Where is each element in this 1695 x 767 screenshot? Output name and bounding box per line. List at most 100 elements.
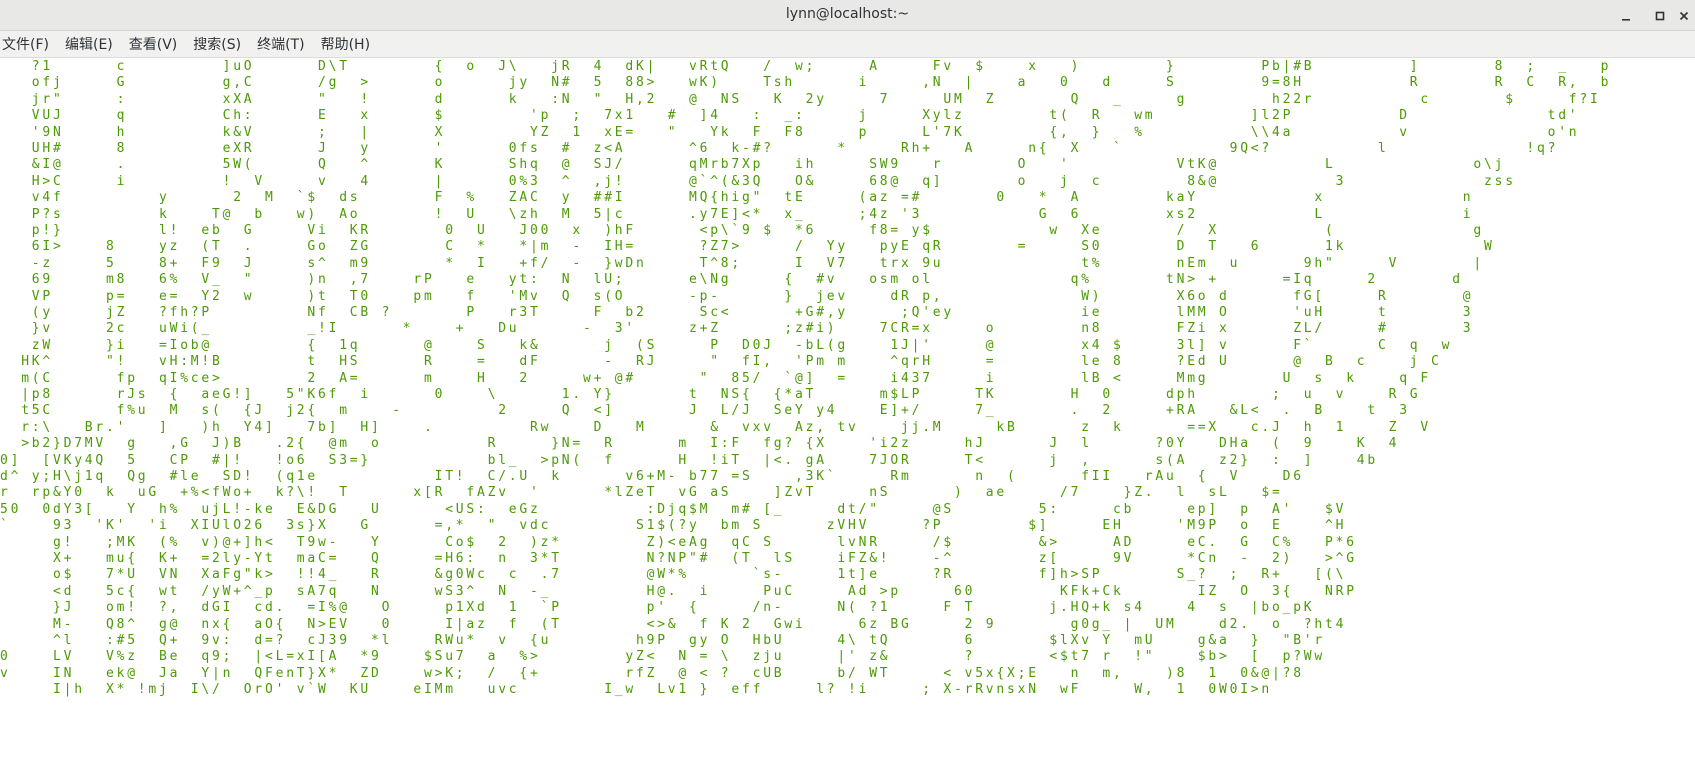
terminal-char: e bbox=[275, 665, 284, 681]
terminal-char: m bbox=[816, 354, 825, 370]
terminal-area[interactable]: ? 1 c] u O D \ T{o J \ j R 4 d K | v Rt Q / w; A Fv $ x)} Pb | # B] 8… bbox=[0, 59, 1695, 767]
terminal-char: \ bbox=[1484, 157, 1492, 173]
terminal-char: r bbox=[1102, 649, 1111, 665]
terminal-char: , bbox=[816, 419, 825, 435]
terminal-char: C bbox=[318, 551, 326, 566]
terminal-char: v bbox=[943, 59, 952, 74]
terminal-char: = bbox=[328, 551, 337, 566]
terminal-char: 8 bbox=[625, 75, 634, 91]
window-titlebar[interactable]: lynn@localhost:~ bbox=[0, 0, 1695, 31]
terminal-char: r bbox=[413, 272, 422, 288]
terminal-char: = bbox=[1187, 419, 1196, 435]
terminal-char: F bbox=[1420, 370, 1429, 386]
maximize-button[interactable] bbox=[1650, 6, 1670, 26]
terminal-char: z bbox=[805, 419, 814, 435]
terminal-char: 8 bbox=[106, 239, 114, 255]
terminal-char: : bbox=[222, 633, 231, 648]
terminal-char: c bbox=[116, 59, 125, 74]
terminal-char: y bbox=[890, 239, 899, 255]
terminal-char: k bbox=[106, 485, 114, 501]
terminal-char: R bbox=[901, 452, 909, 468]
close-button[interactable] bbox=[1674, 6, 1694, 26]
terminal-char: m bbox=[445, 682, 454, 698]
terminal-char: u bbox=[159, 321, 167, 337]
terminal-char: Z bbox=[1208, 583, 1217, 599]
terminal-char: e bbox=[1187, 501, 1196, 517]
terminal-char: l bbox=[1081, 436, 1090, 452]
terminal-char: q bbox=[1537, 141, 1545, 156]
terminal-char: q bbox=[116, 108, 125, 124]
terminal-char: e bbox=[413, 682, 422, 698]
terminal-char: w bbox=[424, 665, 432, 681]
terminal-char: w bbox=[583, 370, 591, 386]
terminal-char: e bbox=[731, 682, 740, 698]
terminal-char: 9 bbox=[646, 633, 655, 648]
terminal-char: ' bbox=[922, 337, 931, 353]
terminal-char: M bbox=[84, 436, 93, 452]
terminal-char: = bbox=[159, 337, 167, 353]
terminal-char: l bbox=[614, 485, 623, 501]
terminal-char: i bbox=[318, 223, 326, 238]
terminal-char: k bbox=[254, 501, 263, 517]
terminal-char: L bbox=[222, 501, 231, 517]
terminal-char: ) bbox=[1282, 551, 1291, 566]
minimize-button[interactable] bbox=[1616, 6, 1636, 26]
terminal-char: I bbox=[604, 682, 613, 698]
terminal-char: M bbox=[954, 91, 962, 107]
menu-edit[interactable]: 编辑(E) bbox=[65, 34, 121, 54]
terminal-char: x bbox=[901, 255, 909, 271]
terminal-char: @ bbox=[201, 337, 210, 353]
terminal-char: x bbox=[784, 206, 793, 222]
terminal-char: M bbox=[519, 288, 528, 304]
terminal-char: j bbox=[1049, 600, 1058, 616]
terminal-char: Y bbox=[795, 403, 803, 419]
terminal-char: 8 bbox=[1113, 354, 1121, 370]
terminal-char: | bbox=[63, 682, 72, 698]
terminal-char: [ bbox=[318, 649, 326, 665]
terminal-char: d bbox=[201, 600, 210, 616]
terminal-char: 9 bbox=[985, 616, 994, 632]
terminal-char: ( bbox=[1166, 452, 1174, 468]
menu-file[interactable]: 文件(F) bbox=[2, 34, 57, 54]
terminal-char: b bbox=[689, 469, 697, 484]
menu-help[interactable]: 帮助(H) bbox=[321, 34, 378, 54]
terminal-char: P bbox=[466, 305, 475, 320]
menu-search[interactable]: 搜索(S) bbox=[193, 34, 249, 54]
terminal-char: { bbox=[243, 403, 252, 419]
terminal-char: 0 bbox=[964, 583, 973, 599]
terminal-char: 0 bbox=[0, 452, 8, 468]
terminal-char: s bbox=[1155, 452, 1164, 468]
terminal-char: P bbox=[657, 633, 666, 648]
terminal-char: b bbox=[720, 157, 729, 173]
terminal-char: R bbox=[932, 239, 941, 255]
terminal-char: > bbox=[1250, 682, 1259, 698]
terminal-char: 9 bbox=[339, 633, 348, 648]
terminal-char: A bbox=[1113, 534, 1121, 550]
terminal-char: _ bbox=[614, 682, 623, 698]
terminal-char: G bbox=[148, 485, 157, 501]
terminal-char: 3 bbox=[286, 518, 295, 534]
terminal-char: E bbox=[614, 124, 623, 140]
terminal-char: Z bbox=[784, 485, 793, 501]
terminal-char: a bbox=[1017, 75, 1026, 91]
terminal-char: { bbox=[519, 665, 528, 681]
terminal-char: I bbox=[42, 157, 51, 173]
terminal-char: ! bbox=[455, 469, 464, 484]
terminal-char: q bbox=[922, 239, 931, 255]
terminal-char: Z bbox=[349, 239, 358, 255]
terminal-char: h bbox=[74, 682, 83, 698]
terminal-char: ( bbox=[848, 600, 856, 616]
terminal-char: k bbox=[1102, 600, 1111, 616]
terminal-char: % bbox=[1134, 124, 1143, 140]
terminal-char: % bbox=[466, 190, 475, 206]
menu-terminal[interactable]: 终端(T) bbox=[257, 34, 312, 54]
terminal-char: U bbox=[773, 633, 782, 648]
terminal-char: R bbox=[890, 469, 899, 484]
terminal-char: P bbox=[1261, 59, 1270, 74]
terminal-char: q bbox=[1399, 370, 1408, 386]
menu-view[interactable]: 查看(V) bbox=[129, 34, 186, 54]
terminal-char: v bbox=[678, 485, 687, 501]
terminal-char: + bbox=[1272, 567, 1280, 583]
terminal-char: f bbox=[1081, 469, 1090, 484]
terminal-char: b bbox=[625, 305, 634, 320]
